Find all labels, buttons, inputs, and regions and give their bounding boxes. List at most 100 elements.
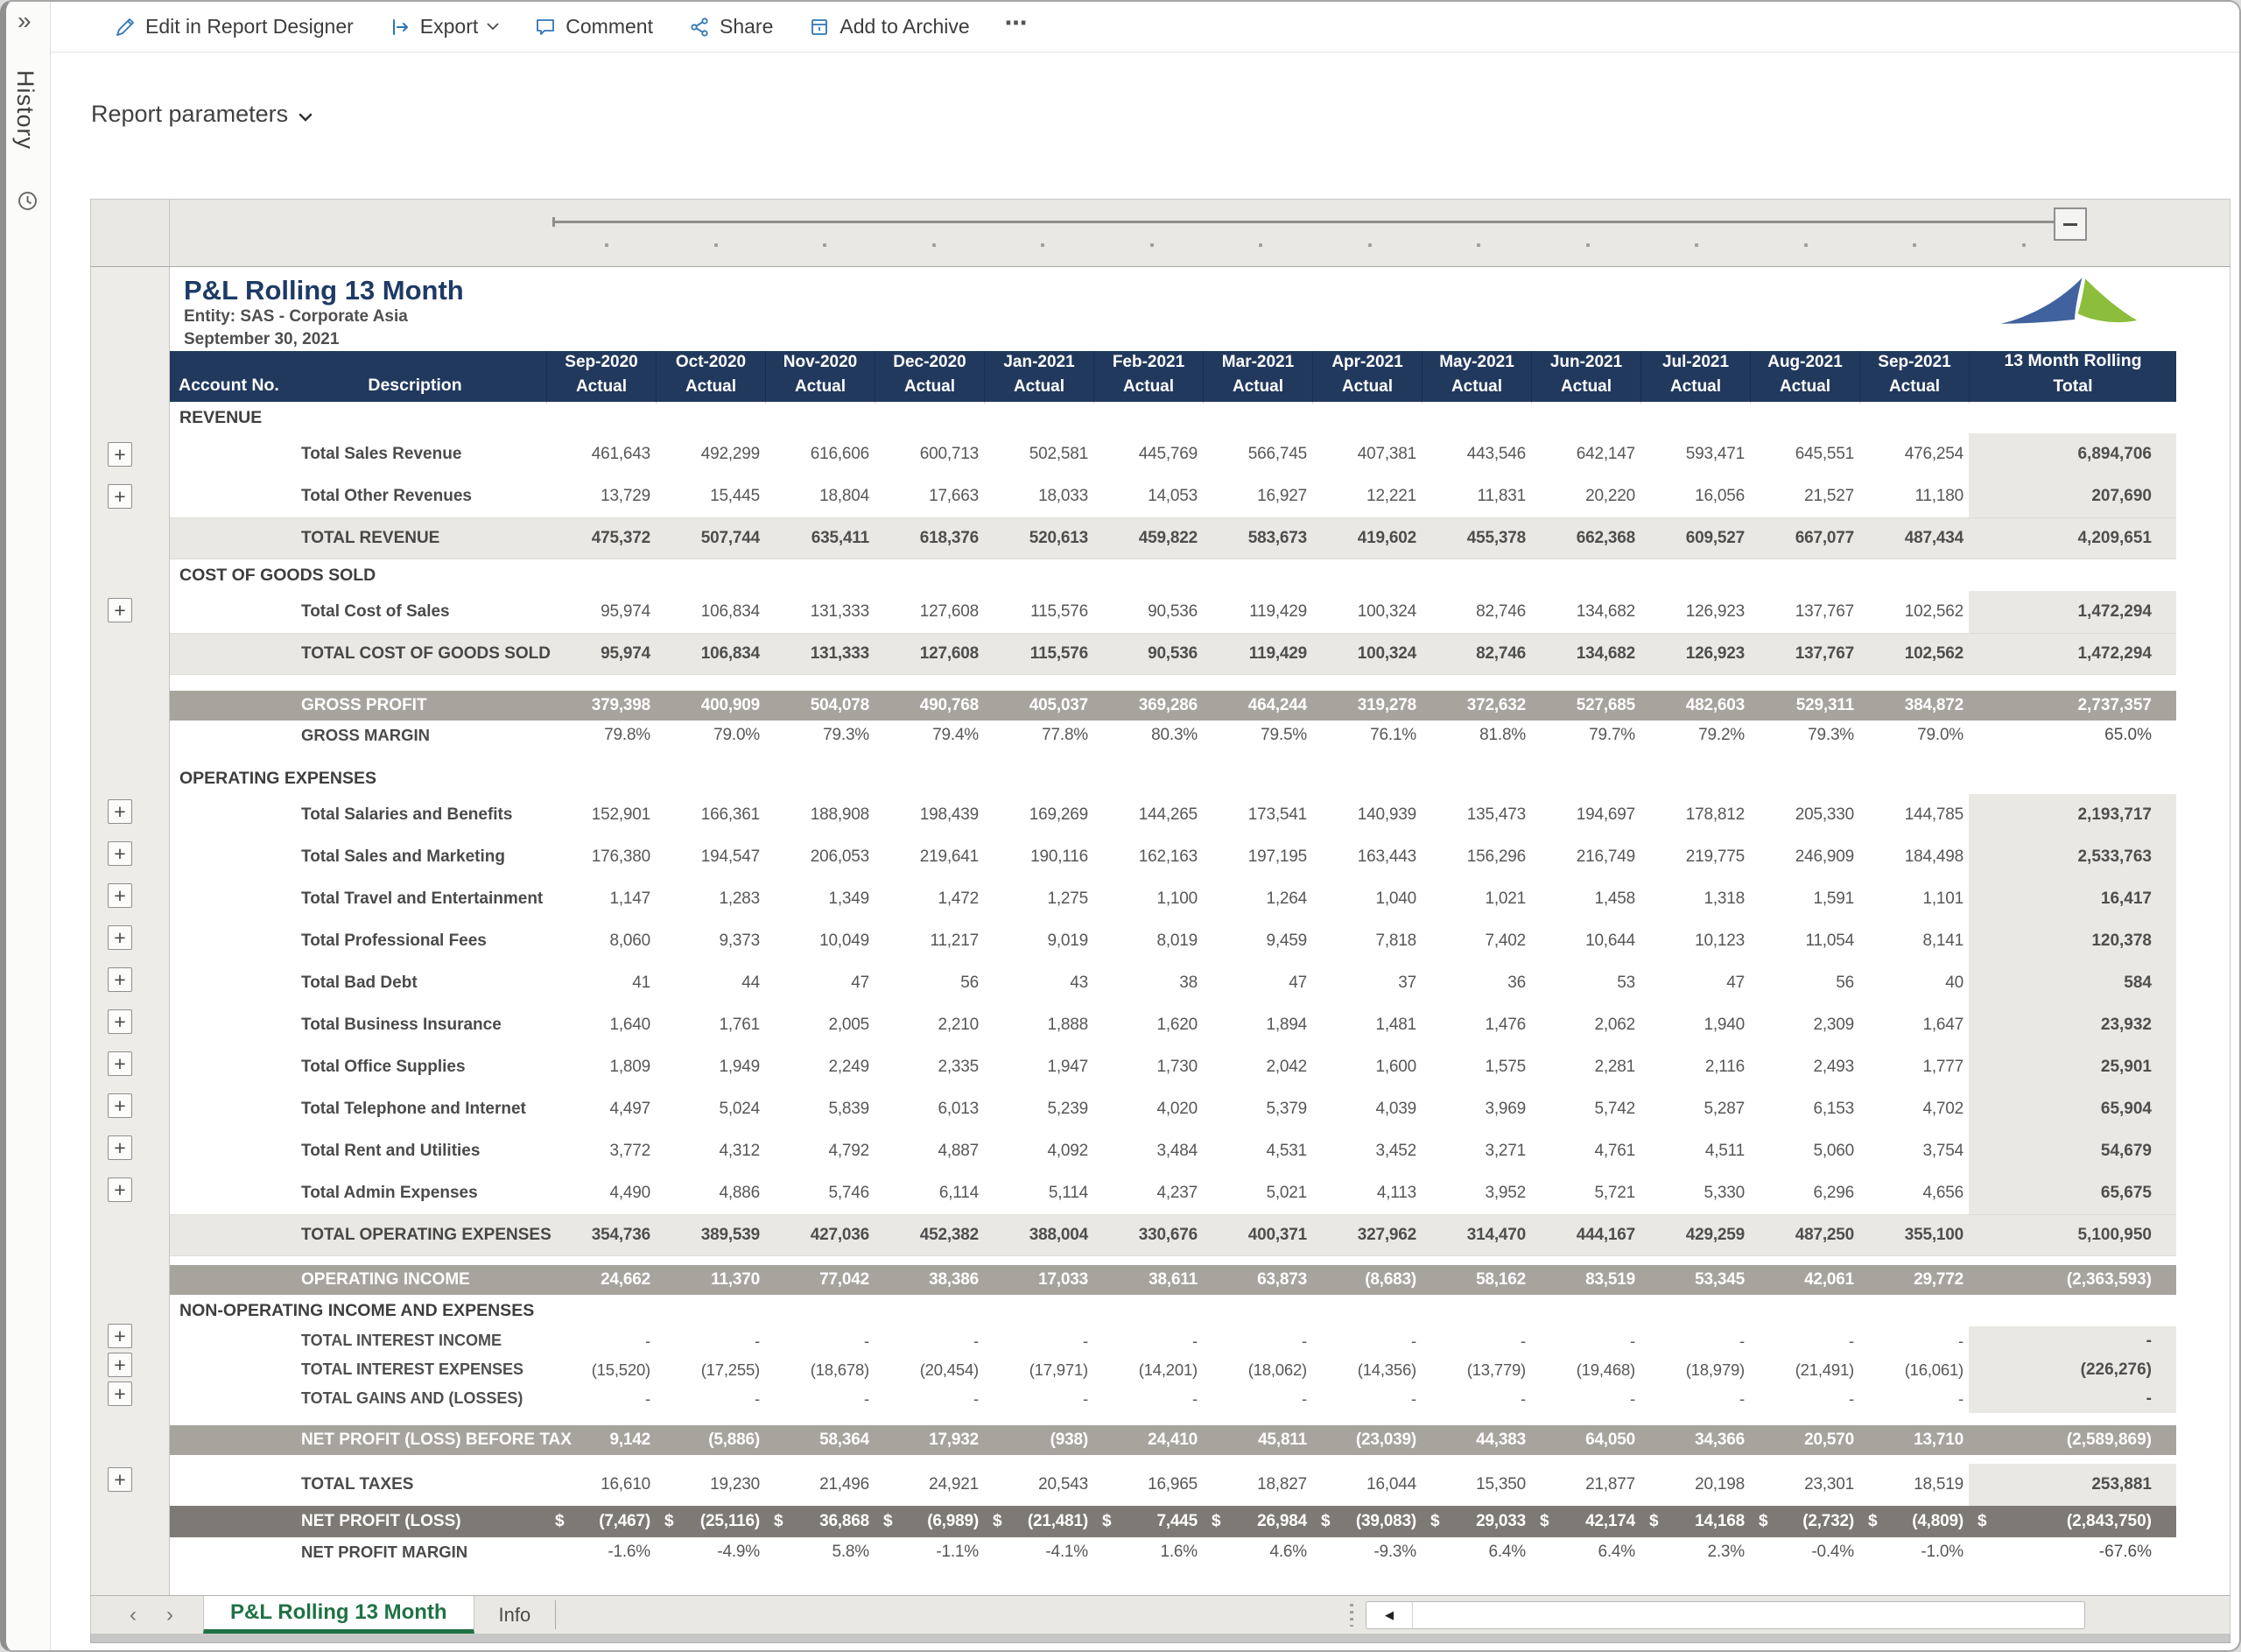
cell-value: 1,575 (1422, 1046, 1531, 1088)
expand-row-button[interactable]: + (108, 1051, 132, 1076)
cell-value: 5,746 (765, 1172, 875, 1214)
expand-row-button[interactable]: + (108, 1324, 132, 1348)
row-spacer (170, 1455, 2176, 1464)
expand-row-button[interactable]: + (108, 1009, 132, 1034)
expand-row-button[interactable]: + (108, 967, 132, 992)
cell-value: 5,839 (765, 1088, 875, 1130)
row-label: Total Bad Debt (284, 974, 546, 993)
tab-info[interactable]: Info (474, 1596, 556, 1634)
cell-value: 4,092 (984, 1130, 1093, 1172)
dollar-sign: $ (1759, 1512, 1767, 1531)
column-tick (1695, 243, 1698, 247)
share-icon (688, 16, 711, 39)
account-cell (170, 878, 284, 920)
cell-value: 115,576 (984, 591, 1093, 633)
add-to-archive-button[interactable]: Add to Archive (808, 15, 969, 39)
month-name: Aug-2021 (1767, 353, 1843, 372)
dollar-sign: $ (555, 1512, 564, 1531)
edit-in-report-designer-button[interactable]: Edit in Report Designer (114, 15, 354, 39)
history-clock-icon[interactable] (16, 189, 39, 217)
cell-value: 492,299 (656, 433, 765, 475)
comment-button[interactable]: Comment (534, 15, 653, 39)
expand-row-button[interactable]: + (108, 1093, 132, 1118)
horizontal-scrollbar[interactable]: ◀ (1366, 1601, 2085, 1629)
row-label: GROSS PROFIT (284, 696, 546, 715)
cell-value: 2,335 (875, 1046, 984, 1088)
dollar-sign: $ (664, 1512, 673, 1531)
cell-value: 131,333 (765, 591, 875, 633)
cell-value: (14,356) (1312, 1355, 1422, 1384)
cell-value: (13,779) (1422, 1355, 1531, 1384)
account-cell (170, 836, 284, 878)
expand-row-button[interactable]: + (108, 799, 132, 824)
cell-value: 194,697 (1531, 794, 1640, 836)
cell-value: 29,772 (1859, 1265, 1969, 1295)
expand-row-button[interactable]: + (108, 1353, 132, 1377)
dollar-sign: $ (1102, 1512, 1111, 1531)
expand-row-button[interactable]: + (108, 1381, 132, 1406)
report-date: September 30, 2021 (184, 328, 2230, 350)
account-cell (170, 1355, 284, 1384)
cell-value: 5,024 (656, 1088, 765, 1130)
expand-row-button[interactable]: + (108, 925, 132, 950)
cell-total: -67.6% (1969, 1537, 2176, 1567)
expand-row-button[interactable]: + (108, 442, 132, 467)
expand-row-button[interactable]: + (108, 841, 132, 866)
cell-value: -0.4% (1750, 1537, 1859, 1567)
expand-row-button[interactable]: + (108, 484, 132, 509)
expand-row-button[interactable]: + (108, 1467, 132, 1492)
month-column-header: May-2021Actual (1422, 351, 1531, 404)
column-slider-track[interactable] (552, 221, 2060, 223)
cell-value: 5,742 (1531, 1088, 1640, 1130)
report-parameters-toggle[interactable]: Report parameters (91, 101, 313, 128)
month-column-header: Sep-2021Actual (1859, 351, 1969, 404)
cell-value: 1,147 (546, 878, 656, 920)
cell-value: 3,772 (546, 1130, 656, 1172)
row-label: TOTAL OPERATING EXPENSES (284, 1226, 546, 1245)
cell-total: (2,589,869) (1969, 1425, 2176, 1455)
cell-value: 487,250 (1750, 1215, 1859, 1255)
expand-row-button[interactable]: + (108, 1135, 132, 1160)
month-scenario: Actual (1561, 377, 1612, 397)
month-name: Jun-2021 (1550, 353, 1622, 372)
collapse-columns-handle[interactable] (2054, 207, 2087, 241)
more-options-button[interactable]: ⋯ (1005, 10, 1030, 44)
report-parameters-label: Report parameters (91, 101, 288, 128)
row-label: Total Admin Expenses (284, 1184, 546, 1203)
scroll-left-button[interactable]: ◀ (1366, 1602, 1413, 1628)
cell-value: 144,265 (1093, 794, 1203, 836)
section-label: NON-OPERATING INCOME AND EXPENSES (170, 1301, 2176, 1321)
cell-value: (8,683) (1312, 1265, 1422, 1295)
cell-value: 6,296 (1750, 1172, 1859, 1214)
splitter-handle[interactable] (1350, 1604, 1353, 1627)
cell-total: 584 (1969, 962, 2176, 1004)
cell-value: 11,370 (656, 1265, 765, 1295)
cell-value: 4,761 (1531, 1130, 1640, 1172)
month-scenario: Actual (685, 377, 736, 397)
cell-value: 10,644 (1531, 920, 1640, 962)
table-row: TOTAL OPERATING EXPENSES354,736389,53942… (170, 1214, 2176, 1256)
export-button[interactable]: Export (389, 15, 499, 39)
cell-value: 3,452 (1312, 1130, 1422, 1172)
share-label: Share (720, 15, 773, 39)
cell-value: 79.2% (1640, 721, 1750, 750)
cell-value: 4,886 (656, 1172, 765, 1214)
account-cell (170, 1265, 284, 1295)
share-button[interactable]: Share (688, 15, 773, 39)
history-tab[interactable]: History (11, 70, 39, 150)
cell-value: 4,497 (546, 1088, 656, 1130)
month-name: Sep-2020 (565, 353, 637, 372)
cell-value: 156,296 (1422, 836, 1531, 878)
row-label: OPERATING INCOME (284, 1270, 546, 1290)
cell-value: (21,491) (1750, 1355, 1859, 1384)
tab-pl-rolling-13-month[interactable]: P&L Rolling 13 Month (203, 1596, 474, 1634)
cell-value: 4,887 (875, 1130, 984, 1172)
tab-divider (555, 1600, 556, 1629)
cell-value: 609,527 (1640, 518, 1750, 559)
expand-row-button[interactable]: + (108, 598, 132, 622)
cell-value: 13,710 (1859, 1425, 1969, 1455)
expand-row-button[interactable]: + (108, 1177, 132, 1202)
expand-panel-icon[interactable]: » (18, 7, 32, 35)
expand-row-button[interactable]: + (108, 883, 132, 908)
cell-value: 5,721 (1531, 1172, 1640, 1214)
